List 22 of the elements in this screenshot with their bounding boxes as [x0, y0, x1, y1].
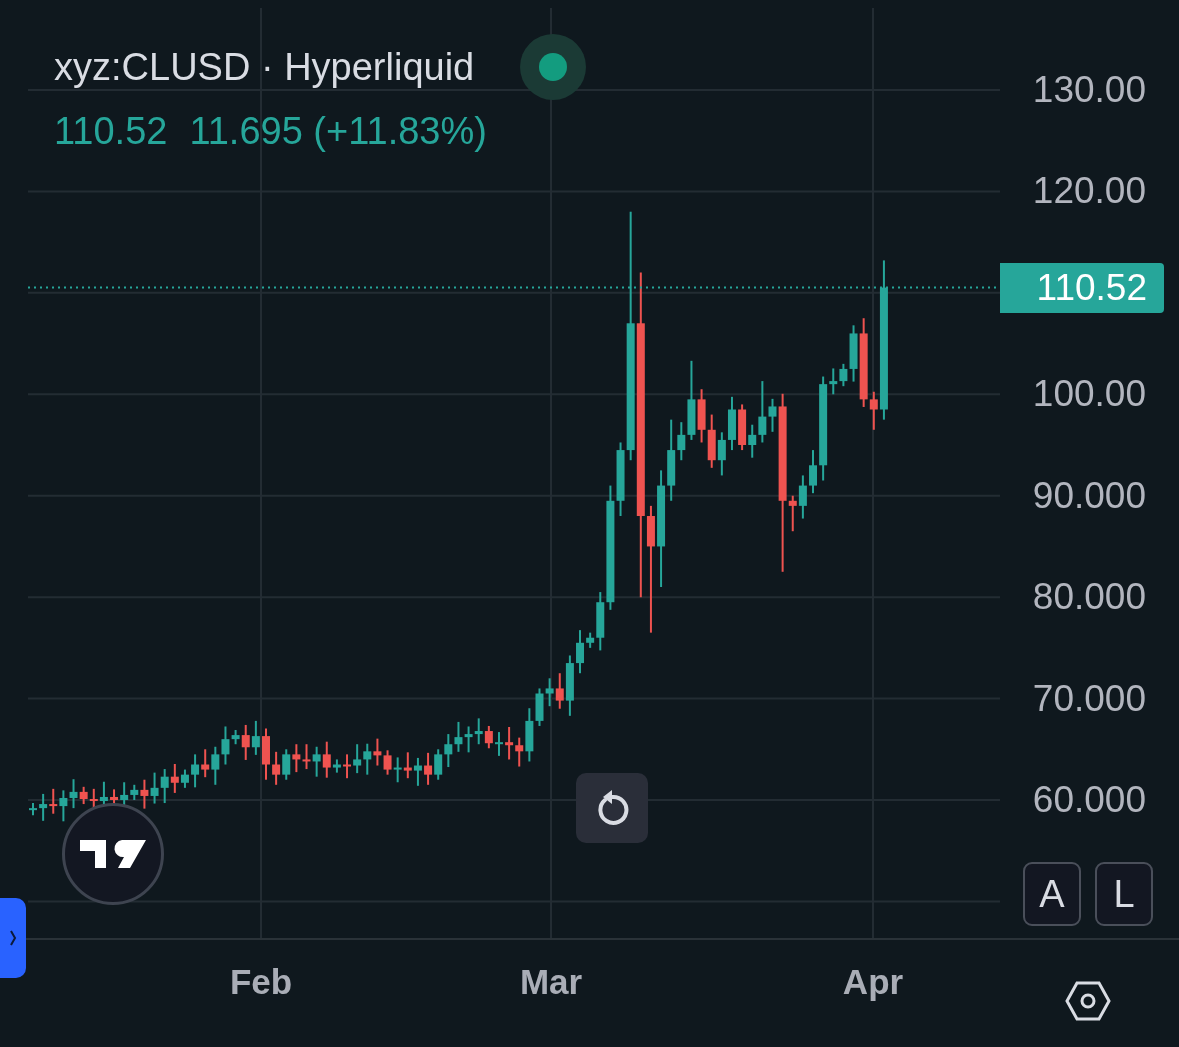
current-price-label: 110.52 — [1000, 263, 1164, 313]
logo-icon[interactable] — [62, 803, 164, 905]
price-label: 80.000 — [1032, 577, 1146, 618]
scale-button[interactable]: A — [1023, 862, 1081, 926]
price-label: 90.000 — [1032, 475, 1146, 516]
scale-button[interactable]: L — [1095, 862, 1153, 926]
last-price: 110.52 — [54, 110, 168, 153]
price-label: 130.00 — [1032, 70, 1146, 110]
price-label: 60.000 — [1032, 780, 1146, 820]
price-label: 100.00 — [1032, 374, 1146, 415]
chevron-icon — [8, 928, 18, 948]
sidebar-toggle-button[interactable] — [0, 898, 26, 978]
date-label: Feb — [229, 962, 293, 1002]
price-change: 11.695 (+11.83%) — [189, 110, 487, 153]
price-label: 120.00 — [1032, 171, 1146, 212]
price-label: 70.000 — [1032, 678, 1146, 719]
date-label: Mar — [519, 962, 583, 1002]
reset-chart-button[interactable] — [576, 773, 648, 843]
reset-icon — [595, 790, 629, 826]
symbol-title: xyz:CLUSD · Hyperliquid — [54, 45, 475, 89]
date-label: Apr — [842, 962, 904, 1002]
settings-icon[interactable] — [1065, 981, 1111, 1021]
